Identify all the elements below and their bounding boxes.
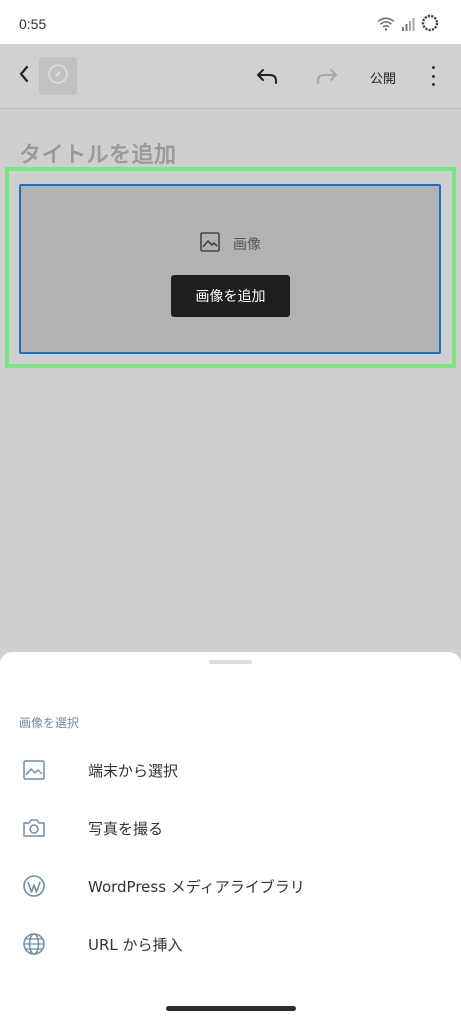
wordpress-icon [21, 874, 47, 898]
status-icons [377, 14, 439, 36]
signal-icon [401, 16, 415, 35]
redo-icon [313, 69, 339, 92]
more-vertical-icon [431, 66, 435, 69]
sheet-heading: 画像を選択 [19, 716, 80, 730]
image-block[interactable]: 画像 画像を追加 [19, 184, 441, 354]
publish-button[interactable]: 公開 [370, 68, 396, 87]
add-image-button[interactable]: 画像を追加 [171, 275, 290, 317]
image-icon [199, 231, 221, 257]
menu-item-insert-from-url[interactable]: URL から挿入 [0, 918, 461, 970]
image-block-label: 画像 [233, 237, 261, 253]
status-time: 0:55 [19, 16, 47, 32]
sync-icon [421, 14, 439, 36]
menu-item-wordpress-media-library[interactable]: WordPress メディアライブラリ [0, 860, 461, 912]
status-bar: 0:55 [0, 0, 461, 44]
undo-button[interactable] [255, 64, 281, 88]
image-icon [21, 758, 47, 782]
compass-icon [47, 63, 69, 89]
chevron-left-icon [18, 65, 30, 87]
globe-icon [21, 932, 47, 956]
post-title-input[interactable]: タイトルを追加 [19, 137, 177, 169]
menu-item-choose-from-device[interactable]: 端末から選択 [0, 744, 461, 796]
redo-button[interactable] [313, 64, 339, 88]
menu-item-label: 写真を撮る [88, 820, 164, 838]
wifi-icon [377, 16, 395, 35]
more-options-button[interactable] [425, 64, 441, 88]
menu-item-label: URL から挿入 [88, 936, 183, 954]
menu-item-label: 端末から選択 [88, 762, 179, 780]
menu-item-label: WordPress メディアライブラリ [88, 878, 305, 896]
app-screen: 0:55 公開 タイトルを追加 画像 画像を追加 画像を選択 端末から選択 写真… [0, 0, 461, 1024]
menu-item-take-photo[interactable]: 写真を撮る [0, 802, 461, 854]
image-block-label-row: 画像 [21, 231, 439, 257]
back-button[interactable] [14, 63, 34, 89]
site-icon-button[interactable] [39, 57, 77, 95]
undo-icon [255, 69, 281, 92]
gesture-nav-bar[interactable] [166, 1006, 296, 1011]
editor-toolbar: 公開 [0, 44, 461, 109]
camera-icon [21, 816, 47, 840]
image-source-sheet: 画像を選択 端末から選択 写真を撮る WordPress メディアライブラリ U… [0, 652, 461, 1024]
sheet-drag-handle[interactable] [209, 660, 252, 664]
